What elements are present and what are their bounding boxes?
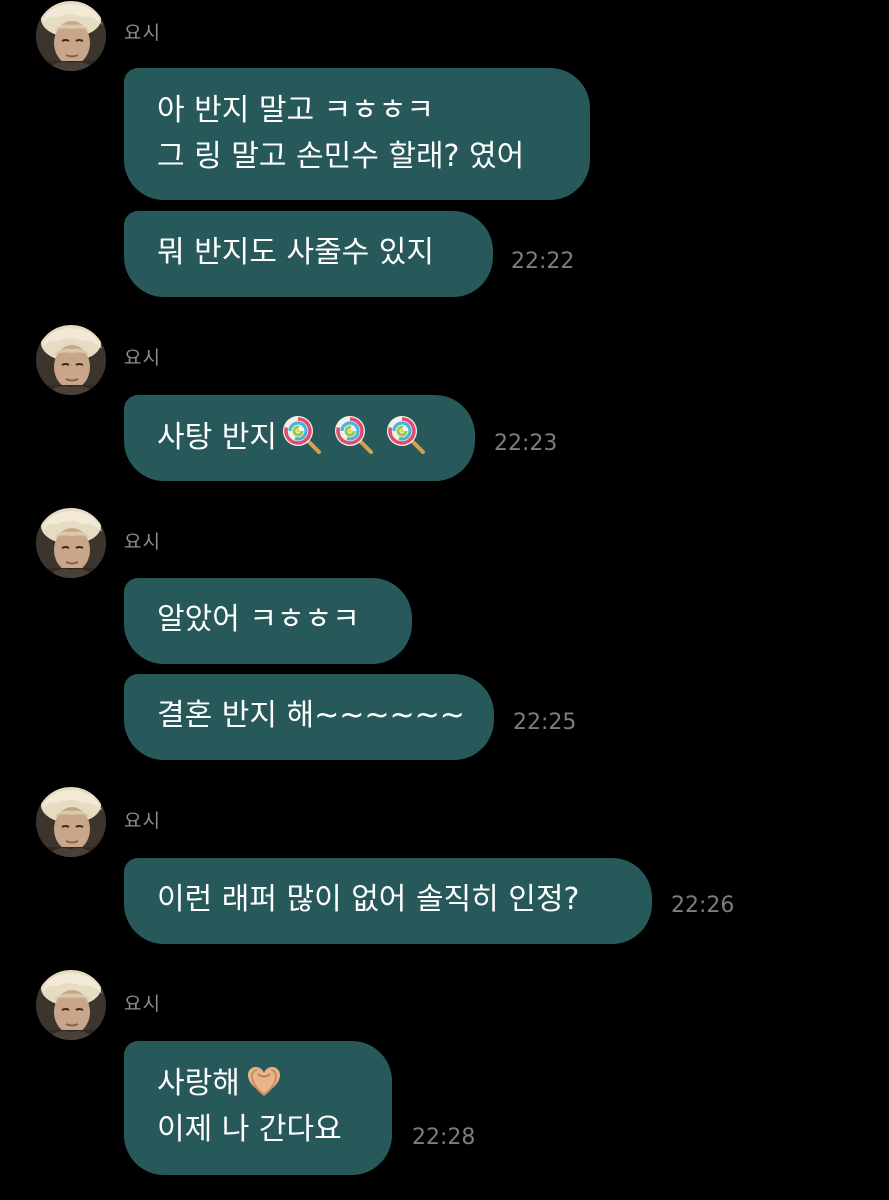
message-bubble[interactable]: 뭐 반지도 사줄수 있지	[124, 211, 493, 297]
message-timestamp: 22:23	[494, 431, 558, 456]
message-text: 결혼 반지 해~~~~~~	[157, 698, 465, 733]
heart-hands-icon	[247, 1067, 280, 1096]
message-text: 그 링 말고 손민수 할래? 였어	[157, 139, 525, 174]
avatar[interactable]	[36, 787, 106, 857]
lollipop-icon	[281, 414, 323, 456]
avatar[interactable]	[36, 1, 106, 71]
sender-name: 요시	[124, 347, 161, 369]
avatar[interactable]	[36, 970, 106, 1040]
message-text: 이제 나 간다요	[157, 1112, 342, 1147]
message-text: 아 반지 말고 ㅋㅎㅎㅋ	[157, 93, 435, 128]
sender-name: 요시	[124, 810, 161, 832]
lollipop-icon	[333, 414, 375, 456]
message-bubble[interactable]: 결혼 반지 해~~~~~~	[124, 674, 494, 760]
sender-name: 요시	[124, 993, 161, 1015]
sender-name: 요시	[124, 22, 161, 44]
message-timestamp: 22:25	[513, 710, 577, 735]
sender-name: 요시	[124, 531, 161, 553]
message-bubble[interactable]: 사랑해 이제 나 간다요	[124, 1041, 392, 1175]
message-text: 사랑해	[157, 1066, 240, 1101]
message-text: 이런 래퍼 많이 없어 솔직히 인정?	[157, 882, 580, 917]
lollipop-icon	[385, 414, 427, 456]
message-text: 뭐 반지도 사줄수 있지	[157, 235, 435, 270]
message-timestamp: 22:22	[511, 249, 575, 274]
message-bubble[interactable]: 알았어 ㅋㅎㅎㅋ	[124, 578, 412, 664]
message-bubble[interactable]: 사탕 반지	[124, 395, 475, 481]
message-text: 사탕 반지	[157, 420, 277, 455]
message-text: 알았어 ㅋㅎㅎㅋ	[157, 602, 360, 637]
message-bubble[interactable]: 이런 래퍼 많이 없어 솔직히 인정?	[124, 858, 652, 944]
avatar[interactable]	[36, 508, 106, 578]
message-timestamp: 22:28	[412, 1125, 476, 1150]
message-bubble[interactable]: 아 반지 말고 ㅋㅎㅎㅋ 그 링 말고 손민수 할래? 였어	[124, 68, 590, 200]
avatar[interactable]	[36, 325, 106, 395]
message-timestamp: 22:26	[671, 893, 735, 918]
message-text-line: 사랑해	[157, 1061, 359, 1107]
